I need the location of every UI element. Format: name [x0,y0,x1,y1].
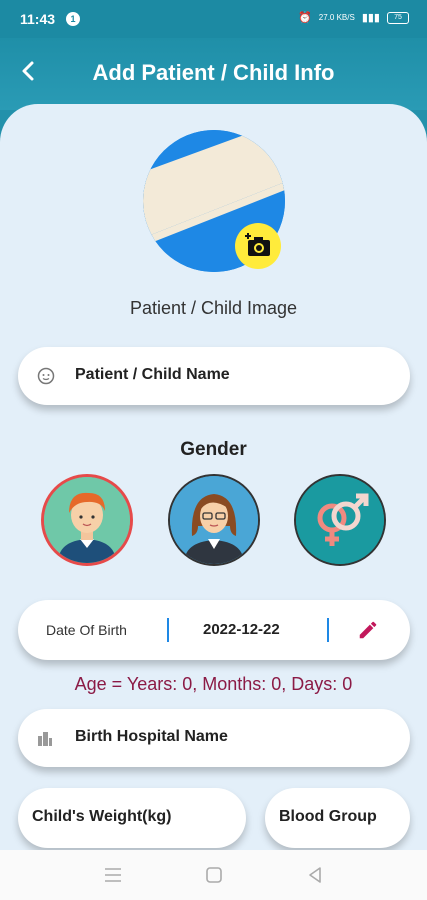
date-of-birth-field[interactable]: Date Of Birth 2022-12-22 [18,600,410,660]
notification-badge-icon: 1 [66,12,80,26]
patient-name-placeholder: Patient / Child Name [75,366,230,383]
boy-avatar-icon [44,477,130,563]
gender-other-option[interactable] [294,474,386,566]
network-speed: 27.0 KB/S [318,13,355,22]
edit-pencil-icon[interactable] [357,619,379,641]
app-bar: Add Patient / Child Info [0,38,427,110]
alarm-icon: ⏰ [298,12,312,24]
status-icons: ⏰ 27.0 KB/S ▮▮▮ 75 [298,11,409,24]
birth-hospital-field[interactable]: Birth Hospital Name [18,709,410,767]
child-weight-placeholder: Child's Weight(kg) [32,808,172,825]
gender-title: Gender [180,439,247,460]
birth-hospital-placeholder: Birth Hospital Name [75,728,228,745]
age-text: Age = Years: 0, Months: 0, Days: 0 [74,674,353,694]
blood-group-field[interactable]: Blood Group [265,788,410,848]
status-time: 11:43 [20,11,56,27]
divider [167,618,169,642]
gender-male-option[interactable] [41,474,133,566]
patient-image-label: Patient / Child Image [129,298,298,318]
gender-symbol-icon [296,476,384,564]
date-of-birth-label: Date Of Birth [46,622,127,638]
gender-female-option[interactable] [168,474,260,566]
battery-icon: 75 [387,11,409,24]
divider [327,618,329,642]
page-title: Add Patient / Child Info [92,60,335,85]
face-icon [37,367,55,385]
hospital-building-icon [38,732,52,746]
add-camera-icon [245,233,270,256]
system-navigation-bar [0,850,427,900]
date-of-birth-value: 2022-12-22 [203,621,280,638]
patient-name-field[interactable]: Patient / Child Name [18,347,410,405]
form-card: Patient / Child Image Patient / Child Na… [0,104,427,850]
home-icon[interactable] [205,866,223,884]
girl-avatar-icon [170,476,258,564]
add-photo-button[interactable] [235,223,281,269]
status-bar: 11:43 1 ⏰ 27.0 KB/S ▮▮▮ 75 [0,0,427,38]
back-icon[interactable] [306,866,324,884]
signal-icon: ▮▮▮ [361,12,380,24]
blood-group-placeholder: Blood Group [279,808,377,825]
child-weight-field[interactable]: Child's Weight(kg) [18,788,246,848]
menu-icon[interactable] [104,867,122,883]
